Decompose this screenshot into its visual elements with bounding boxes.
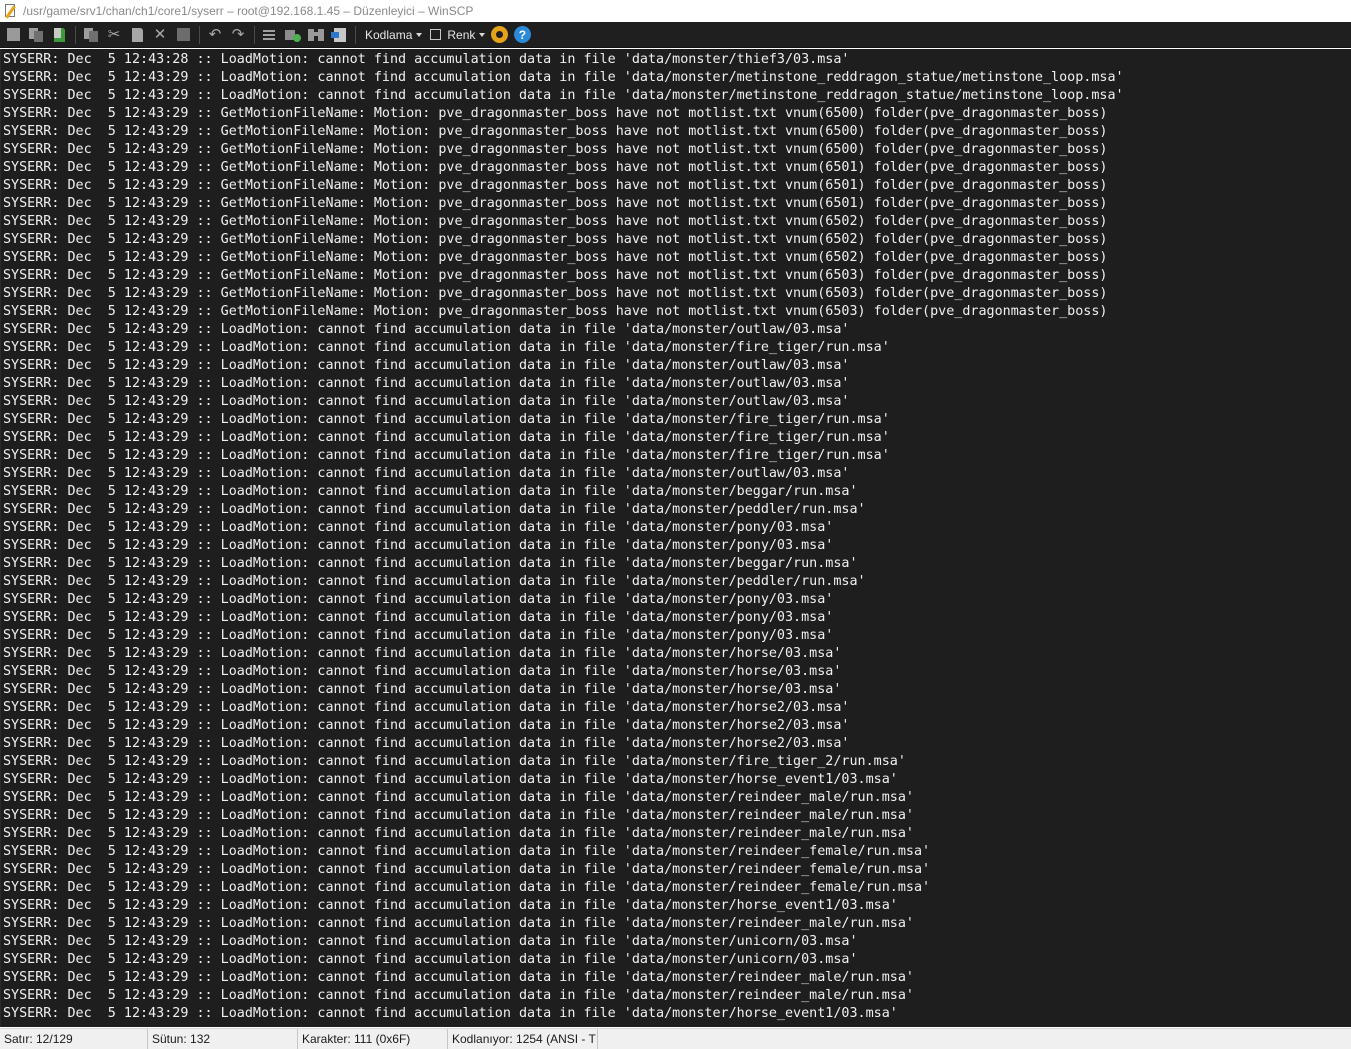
log-line: SYSERR: Dec 5 12:43:29 :: LoadMotion: ca… bbox=[3, 790, 914, 805]
log-line: SYSERR: Dec 5 12:43:29 :: LoadMotion: ca… bbox=[3, 448, 890, 463]
status-encoding: Kodlanıyor: 1254 (ANSI - T bbox=[448, 1029, 598, 1049]
log-line: SYSERR: Dec 5 12:43:29 :: LoadMotion: ca… bbox=[3, 754, 906, 769]
log-line: SYSERR: Dec 5 12:43:29 :: GetMotionFileN… bbox=[3, 268, 1108, 283]
log-line: SYSERR: Dec 5 12:43:29 :: LoadMotion: ca… bbox=[3, 610, 834, 625]
log-line: SYSERR: Dec 5 12:43:29 :: LoadMotion: ca… bbox=[3, 934, 858, 949]
encoding-dropdown[interactable]: Kodlama bbox=[361, 25, 426, 45]
text-editor-area[interactable]: SYSERR: Dec 5 12:43:28 :: LoadMotion: ca… bbox=[0, 49, 1351, 1027]
color-checkbox[interactable] bbox=[430, 29, 442, 40]
log-line: SYSERR: Dec 5 12:43:29 :: LoadMotion: ca… bbox=[3, 70, 1124, 85]
cut-icon[interactable]: ✂ bbox=[104, 25, 124, 45]
log-line: SYSERR: Dec 5 12:43:29 :: GetMotionFileN… bbox=[3, 214, 1108, 229]
log-line: SYSERR: Dec 5 12:43:29 :: LoadMotion: ca… bbox=[3, 430, 890, 445]
log-line: SYSERR: Dec 5 12:43:29 :: LoadMotion: ca… bbox=[3, 736, 850, 751]
undo-icon[interactable]: ↶ bbox=[205, 25, 225, 45]
log-line: SYSERR: Dec 5 12:43:29 :: LoadMotion: ca… bbox=[3, 376, 850, 391]
help-button[interactable]: ? bbox=[512, 25, 532, 45]
chevron-down-icon bbox=[479, 32, 486, 37]
log-line: SYSERR: Dec 5 12:43:29 :: GetMotionFileN… bbox=[3, 142, 1108, 157]
log-line: SYSERR: Dec 5 12:43:29 :: LoadMotion: ca… bbox=[3, 592, 834, 607]
log-line: SYSERR: Dec 5 12:43:29 :: LoadMotion: ca… bbox=[3, 520, 834, 535]
save-all-icon[interactable] bbox=[26, 25, 46, 45]
log-line: SYSERR: Dec 5 12:43:29 :: LoadMotion: ca… bbox=[3, 880, 931, 895]
encoding-label: Kodlama bbox=[365, 27, 413, 42]
log-line: SYSERR: Dec 5 12:43:29 :: GetMotionFileN… bbox=[3, 196, 1108, 211]
window-title: /usr/game/srv1/chan/ch1/core1/syserr – r… bbox=[23, 4, 474, 18]
log-line: SYSERR: Dec 5 12:43:29 :: LoadMotion: ca… bbox=[3, 466, 850, 481]
log-line: SYSERR: Dec 5 12:43:29 :: LoadMotion: ca… bbox=[3, 682, 842, 697]
log-line: SYSERR: Dec 5 12:43:29 :: LoadMotion: ca… bbox=[3, 970, 914, 985]
log-line: SYSERR: Dec 5 12:43:29 :: LoadMotion: ca… bbox=[3, 718, 850, 733]
toolbar-separator bbox=[254, 25, 255, 44]
log-line: SYSERR: Dec 5 12:43:29 :: GetMotionFileN… bbox=[3, 232, 1108, 247]
redo-icon[interactable]: ↷ bbox=[228, 25, 248, 45]
status-character: Karakter: 111 (0x6F) bbox=[298, 1029, 448, 1049]
replace-icon[interactable] bbox=[283, 25, 303, 45]
go-to-line-icon[interactable] bbox=[329, 25, 349, 45]
log-line: SYSERR: Dec 5 12:43:29 :: LoadMotion: ca… bbox=[3, 628, 834, 643]
log-line: SYSERR: Dec 5 12:43:29 :: LoadMotion: ca… bbox=[3, 502, 866, 517]
log-line: SYSERR: Dec 5 12:43:29 :: LoadMotion: ca… bbox=[3, 88, 1124, 103]
find-icon[interactable] bbox=[260, 25, 280, 45]
log-line: SYSERR: Dec 5 12:43:28 :: LoadMotion: ca… bbox=[3, 52, 850, 67]
log-line: SYSERR: Dec 5 12:43:29 :: LoadMotion: ca… bbox=[3, 1006, 898, 1021]
chevron-down-icon bbox=[416, 32, 423, 37]
log-line: SYSERR: Dec 5 12:43:29 :: LoadMotion: ca… bbox=[3, 412, 890, 427]
color-dropdown[interactable]: Renk bbox=[426, 25, 489, 45]
log-line: SYSERR: Dec 5 12:43:29 :: LoadMotion: ca… bbox=[3, 574, 866, 589]
log-line: SYSERR: Dec 5 12:43:29 :: LoadMotion: ca… bbox=[3, 538, 834, 553]
log-line: SYSERR: Dec 5 12:43:29 :: LoadMotion: ca… bbox=[3, 556, 858, 571]
editor-app-icon bbox=[3, 3, 19, 19]
log-line: SYSERR: Dec 5 12:43:29 :: LoadMotion: ca… bbox=[3, 646, 842, 661]
color-label: Renk bbox=[447, 27, 476, 42]
log-line: SYSERR: Dec 5 12:43:29 :: LoadMotion: ca… bbox=[3, 862, 931, 877]
select-all-icon[interactable] bbox=[173, 25, 193, 45]
log-line: SYSERR: Dec 5 12:43:29 :: GetMotionFileN… bbox=[3, 106, 1108, 121]
log-line: SYSERR: Dec 5 12:43:29 :: LoadMotion: ca… bbox=[3, 916, 914, 931]
toolbar-separator bbox=[199, 25, 200, 44]
status-bar: Satır: 12/129 Sütun: 132 Karakter: 111 (… bbox=[0, 1028, 1351, 1049]
log-line: SYSERR: Dec 5 12:43:29 :: GetMotionFileN… bbox=[3, 250, 1108, 265]
editor-toolbar: ✂ ✕ ↶ ↷ Kodlama Renk ? bbox=[0, 22, 1351, 48]
log-line: SYSERR: Dec 5 12:43:29 :: LoadMotion: ca… bbox=[3, 394, 850, 409]
log-line: SYSERR: Dec 5 12:43:29 :: GetMotionFileN… bbox=[3, 304, 1108, 319]
find-next-icon[interactable] bbox=[306, 25, 326, 45]
toolbar-separator bbox=[75, 25, 76, 44]
log-line: SYSERR: Dec 5 12:43:29 :: LoadMotion: ca… bbox=[3, 952, 858, 967]
log-line: SYSERR: Dec 5 12:43:29 :: LoadMotion: ca… bbox=[3, 358, 850, 373]
log-line: SYSERR: Dec 5 12:43:29 :: GetMotionFileN… bbox=[3, 286, 1108, 301]
status-line: Satır: 12/129 bbox=[0, 1029, 148, 1049]
log-line: SYSERR: Dec 5 12:43:29 :: LoadMotion: ca… bbox=[3, 844, 931, 859]
settings-button[interactable] bbox=[489, 25, 509, 45]
delete-icon[interactable]: ✕ bbox=[150, 25, 170, 45]
log-line: SYSERR: Dec 5 12:43:29 :: LoadMotion: ca… bbox=[3, 700, 850, 715]
toolbar-separator bbox=[355, 25, 356, 44]
log-line: SYSERR: Dec 5 12:43:29 :: LoadMotion: ca… bbox=[3, 808, 914, 823]
log-line: SYSERR: Dec 5 12:43:29 :: LoadMotion: ca… bbox=[3, 322, 850, 337]
log-line: SYSERR: Dec 5 12:43:29 :: LoadMotion: ca… bbox=[3, 988, 914, 1003]
status-column: Sütun: 132 bbox=[148, 1029, 298, 1049]
log-line: SYSERR: Dec 5 12:43:29 :: LoadMotion: ca… bbox=[3, 898, 898, 913]
paste-icon[interactable] bbox=[127, 25, 147, 45]
reload-icon[interactable] bbox=[49, 25, 69, 45]
log-line: SYSERR: Dec 5 12:43:29 :: GetMotionFileN… bbox=[3, 178, 1108, 193]
copy-icon[interactable] bbox=[81, 25, 101, 45]
log-line: SYSERR: Dec 5 12:43:29 :: LoadMotion: ca… bbox=[3, 340, 890, 355]
log-line: SYSERR: Dec 5 12:43:29 :: LoadMotion: ca… bbox=[3, 664, 842, 679]
title-bar: /usr/game/srv1/chan/ch1/core1/syserr – r… bbox=[0, 0, 1351, 22]
log-line: SYSERR: Dec 5 12:43:29 :: GetMotionFileN… bbox=[3, 160, 1108, 175]
log-line: SYSERR: Dec 5 12:43:29 :: LoadMotion: ca… bbox=[3, 484, 858, 499]
log-line: SYSERR: Dec 5 12:43:29 :: GetMotionFileN… bbox=[3, 124, 1108, 139]
save-icon[interactable] bbox=[3, 25, 23, 45]
help-icon: ? bbox=[513, 26, 531, 43]
log-line: SYSERR: Dec 5 12:43:29 :: LoadMotion: ca… bbox=[3, 772, 898, 787]
gear-icon bbox=[490, 26, 508, 43]
log-line: SYSERR: Dec 5 12:43:29 :: LoadMotion: ca… bbox=[3, 826, 914, 841]
